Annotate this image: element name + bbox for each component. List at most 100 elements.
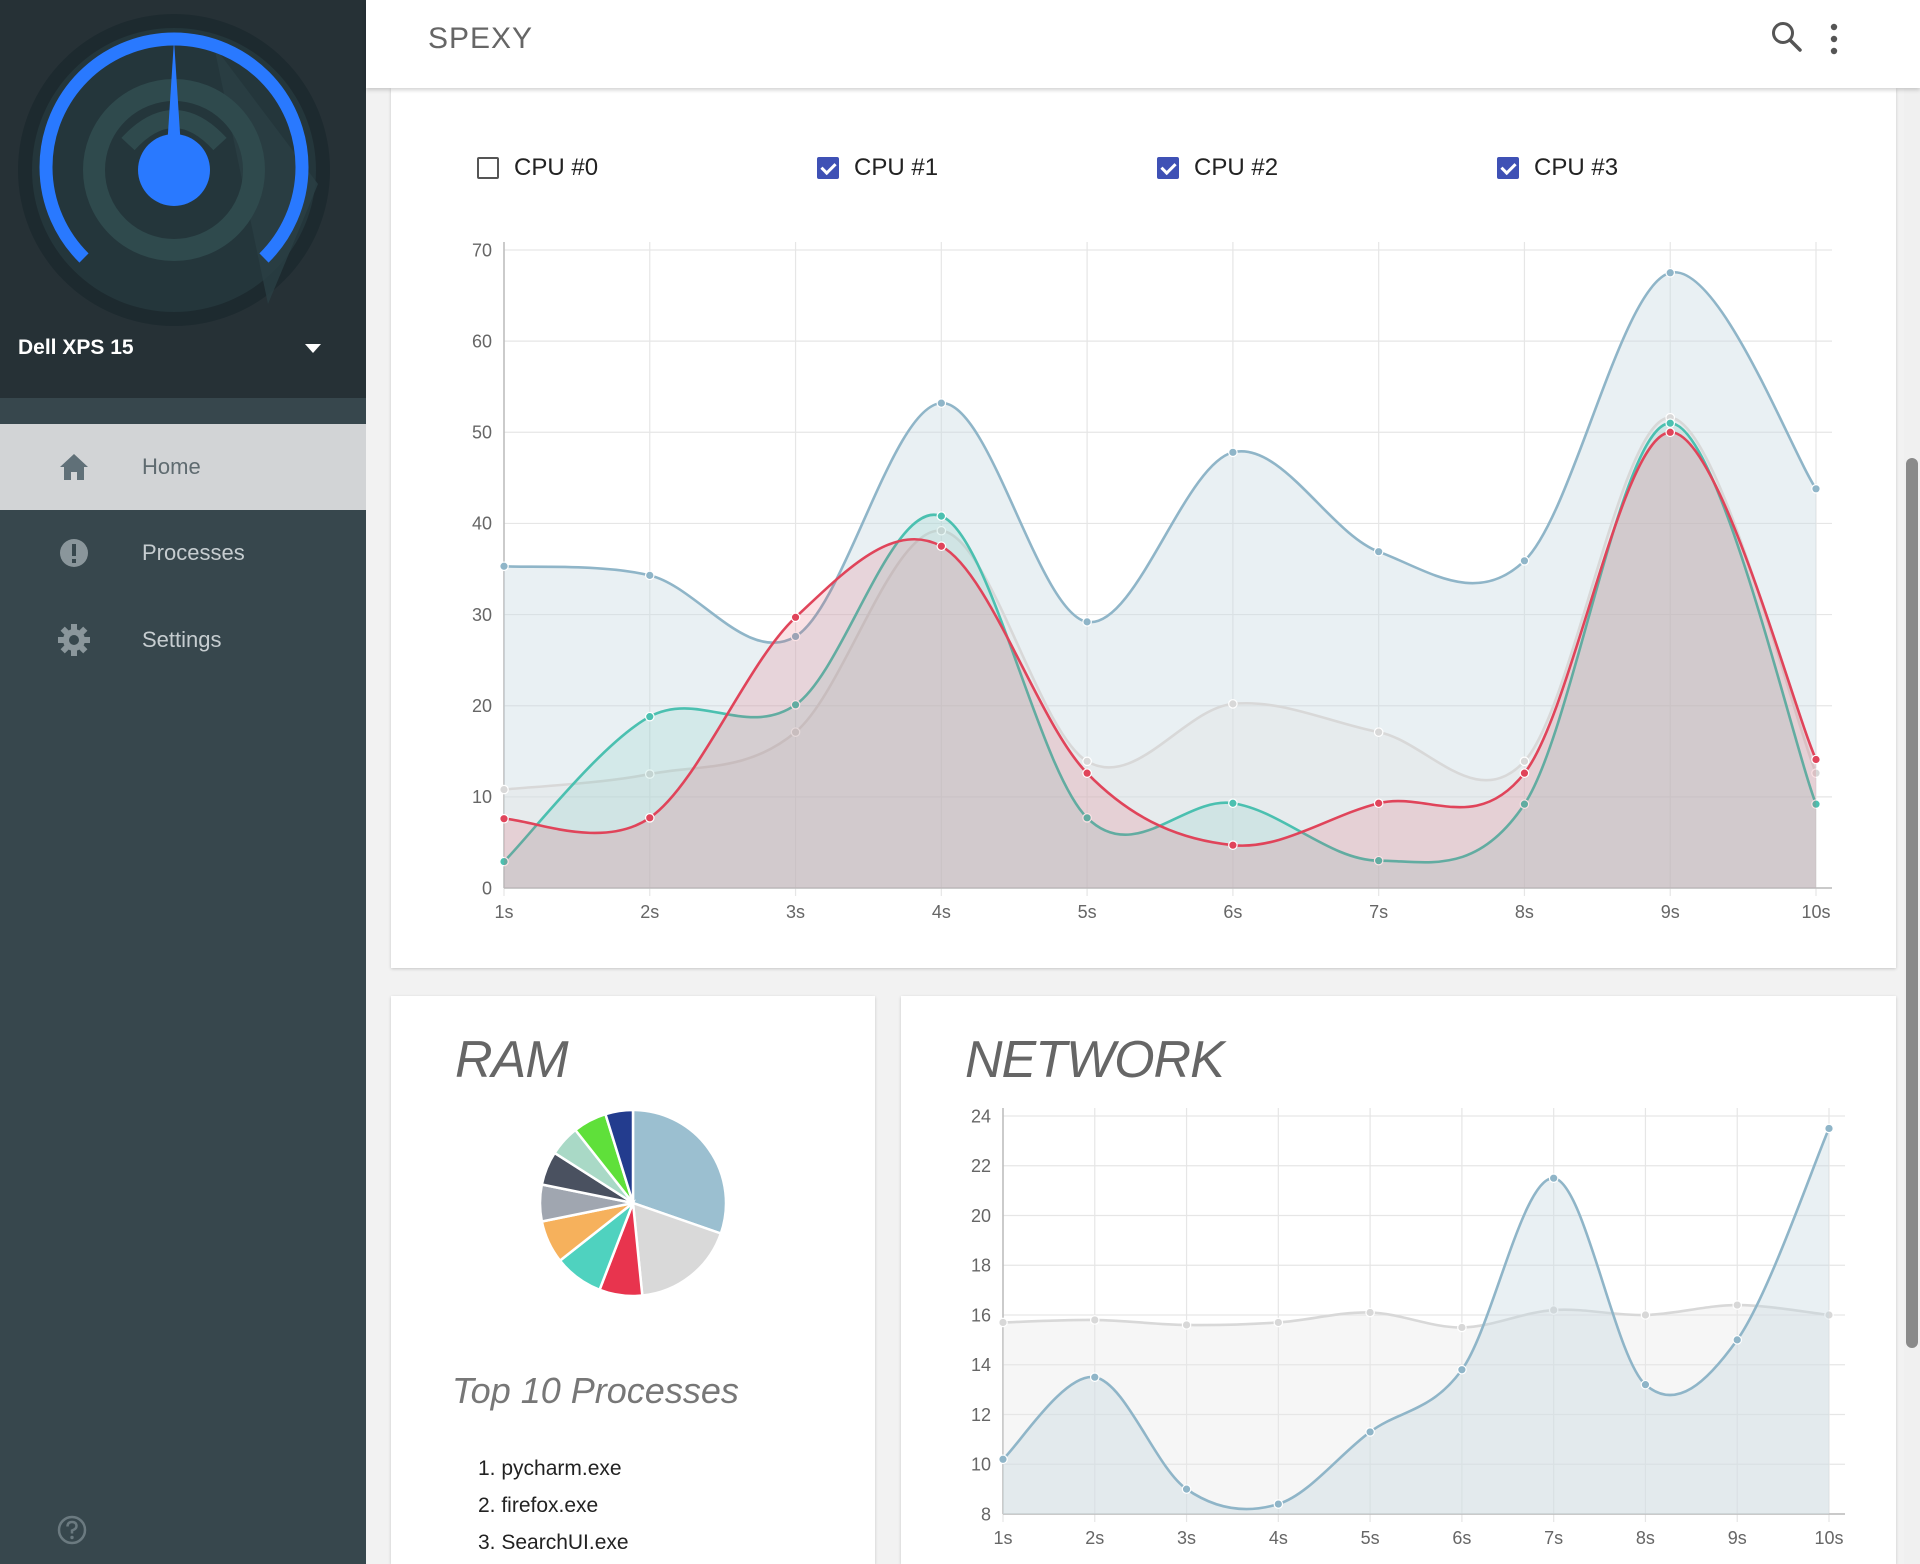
data-point: [1665, 427, 1676, 438]
data-point: [1082, 756, 1092, 767]
network-title: NETWORK: [965, 1031, 1225, 1089]
y-tick-label: 24: [971, 1106, 991, 1126]
data-point: [998, 1454, 1008, 1465]
x-tick-label: 8s: [1515, 902, 1534, 922]
data-point: [644, 711, 655, 722]
data-point: [1665, 267, 1676, 278]
cpu-toggle-0[interactable]: CPU #0: [477, 154, 598, 182]
data-point: [936, 541, 947, 552]
data-point: [1365, 1427, 1375, 1437]
search-icon[interactable]: [1770, 20, 1804, 54]
data-point: [644, 813, 655, 823]
data-point: [1457, 1364, 1467, 1375]
data-point: [1811, 754, 1821, 765]
checkbox[interactable]: [477, 157, 499, 179]
top-processes-list: 1. pycharm.exe 2. firefox.exe 3. SearchU…: [478, 1450, 629, 1561]
checkbox[interactable]: [1157, 157, 1179, 179]
x-tick-label: 2s: [640, 902, 659, 922]
y-tick-label: 60: [472, 331, 492, 351]
data-point: [499, 561, 509, 572]
y-tick-label: 20: [472, 696, 492, 716]
ram-pie-chart: [538, 1108, 728, 1298]
y-tick-label: 50: [472, 423, 492, 443]
y-tick-label: 22: [971, 1156, 991, 1176]
help-icon[interactable]: [56, 1514, 88, 1546]
data-point: [1082, 617, 1092, 627]
data-point: [1811, 483, 1821, 494]
x-tick-label: 2s: [1085, 1528, 1104, 1548]
data-point: [790, 612, 801, 623]
data-point: [1273, 1317, 1284, 1328]
data-point: [1665, 418, 1676, 428]
cpu-toggle-label: CPU #0: [514, 154, 599, 181]
data-point: [1373, 798, 1384, 809]
list-item: 2. firefox.exe: [478, 1494, 599, 1517]
data-point: [1089, 1315, 1100, 1325]
list-item: 3. SearchUI.exe: [478, 1531, 629, 1554]
data-point: [1273, 1499, 1284, 1509]
sidebar-item-processes[interactable]: Processes: [0, 510, 366, 596]
data-point: [1089, 1372, 1100, 1382]
cpu-toggle-2[interactable]: CPU #2: [1157, 154, 1278, 182]
y-tick-label: 40: [472, 514, 492, 534]
sidebar-item-home[interactable]: Home: [0, 424, 366, 510]
x-tick-label: 10s: [1814, 1528, 1843, 1548]
list-item: 1. pycharm.exe: [478, 1457, 622, 1480]
x-tick-label: 9s: [1661, 902, 1680, 922]
ram-title: RAM: [455, 1031, 569, 1089]
speedometer-logo-icon: [18, 14, 330, 326]
data-point: [1228, 798, 1238, 809]
y-tick-label: 0: [482, 878, 492, 898]
sidebar-header: Dell XPS 15: [0, 0, 366, 398]
cpu-toggle-3[interactable]: CPU #3: [1497, 154, 1618, 182]
data-point: [1640, 1310, 1651, 1320]
data-point: [1228, 447, 1238, 458]
data-point: [1228, 840, 1238, 850]
cpu-toggle-label: CPU #3: [1534, 154, 1619, 181]
scrollbar-thumb[interactable]: [1906, 458, 1918, 1348]
x-tick-label: 7s: [1544, 1528, 1563, 1548]
sidebar-item-label: Processes: [142, 540, 245, 565]
data-point: [1228, 699, 1238, 709]
more-vert-icon[interactable]: [1828, 22, 1840, 56]
x-tick-label: 1s: [993, 1528, 1012, 1548]
data-point: [499, 784, 509, 795]
cpu-toggle-1[interactable]: CPU #1: [817, 154, 938, 182]
data-point: [1181, 1320, 1192, 1330]
data-point: [1519, 768, 1530, 778]
x-tick-label: 8s: [1636, 1528, 1655, 1548]
data-point: [1732, 1335, 1743, 1345]
chevron-down-icon[interactable]: [305, 344, 321, 353]
device-name[interactable]: Dell XPS 15: [18, 336, 134, 360]
y-tick-label: 16: [971, 1305, 991, 1325]
checkbox[interactable]: [1497, 157, 1519, 179]
home-icon: [56, 449, 92, 485]
x-tick-label: 4s: [932, 902, 951, 922]
y-tick-label: 8: [981, 1504, 991, 1524]
x-tick-label: 5s: [1078, 902, 1097, 922]
y-tick-label: 10: [472, 787, 492, 807]
data-point: [1373, 727, 1384, 737]
data-point: [1640, 1379, 1651, 1390]
data-point: [998, 1317, 1008, 1328]
y-tick-label: 70: [472, 240, 492, 260]
top-processes-title: Top 10 Processes: [452, 1370, 739, 1411]
data-point: [499, 813, 509, 824]
data-point: [644, 570, 655, 581]
x-tick-label: 5s: [1361, 1528, 1380, 1548]
sidebar-item-settings[interactable]: Settings: [0, 597, 366, 683]
app-bar: SPEXY: [366, 0, 1920, 88]
x-tick-label: 3s: [786, 902, 805, 922]
checkbox[interactable]: [817, 157, 839, 179]
data-point: [1519, 555, 1530, 566]
x-tick-label: 9s: [1728, 1528, 1747, 1548]
y-tick-label: 20: [971, 1206, 991, 1226]
x-tick-label: 7s: [1369, 902, 1388, 922]
data-point: [1548, 1173, 1559, 1183]
x-tick-label: 6s: [1223, 902, 1242, 922]
y-tick-label: 18: [971, 1256, 991, 1276]
y-tick-label: 14: [971, 1355, 991, 1375]
cpu-chart: 0 10 20 30 40 50 60 70 1s 2s 3s 4s 5s 6s 7s 8s 9s 10s: [472, 240, 1832, 922]
data-point: [1365, 1307, 1375, 1318]
gear-icon: [56, 622, 92, 658]
